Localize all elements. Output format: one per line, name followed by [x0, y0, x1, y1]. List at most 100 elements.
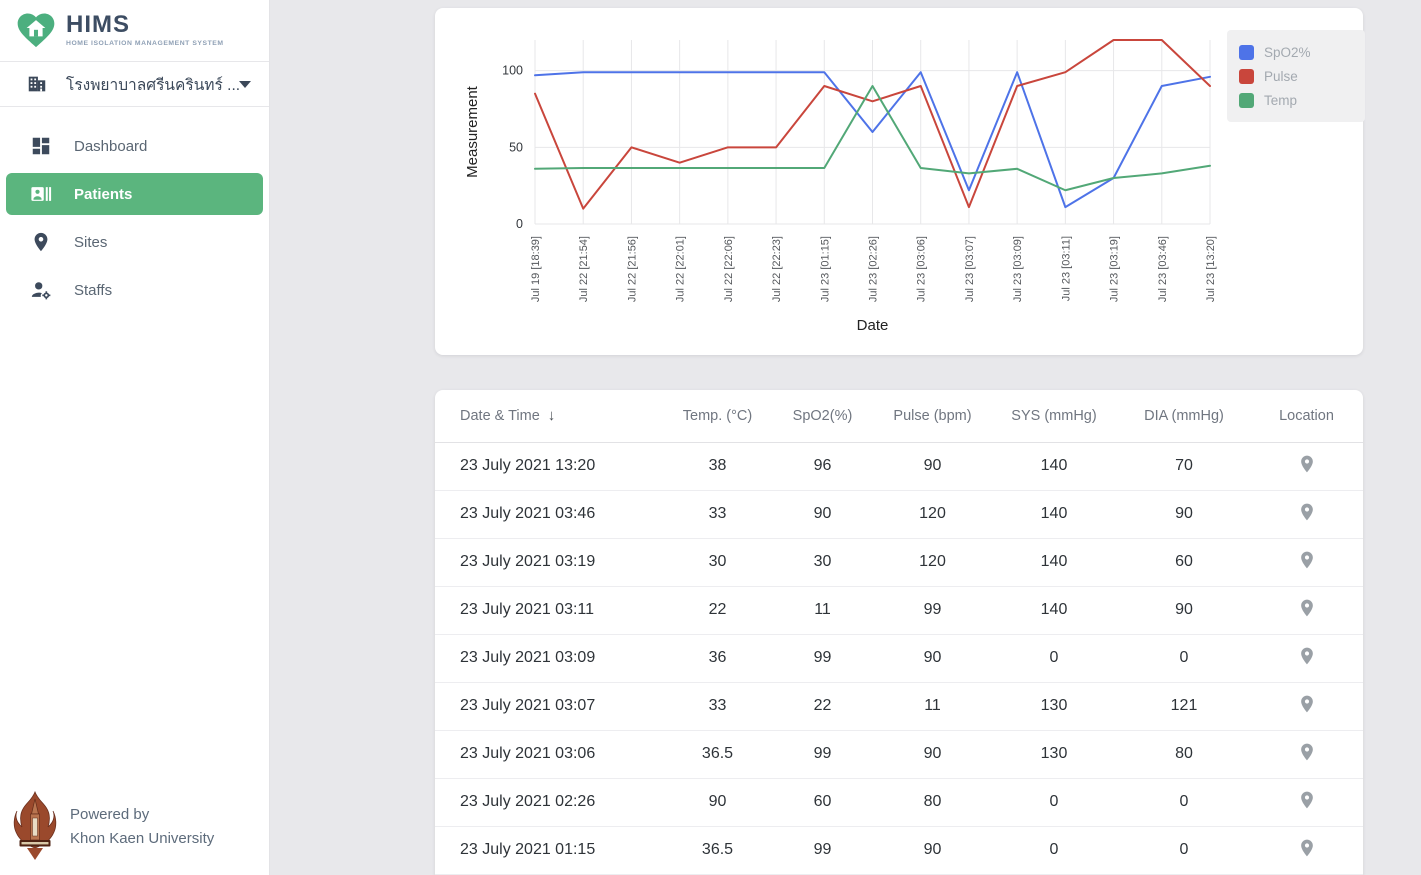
cell-dia: 121: [1118, 682, 1250, 730]
hims-patient-vitals-page: { "app": { "name": "HIMS", "tagline": "H…: [0, 0, 1421, 875]
legend-item-temp[interactable]: Temp: [1239, 88, 1353, 112]
chevron-down-icon: [239, 81, 251, 88]
cell-sys: 140: [990, 586, 1118, 634]
location-pin-icon[interactable]: [1297, 790, 1317, 810]
svg-text:Jul 23 [03:09]: Jul 23 [03:09]: [1012, 236, 1024, 302]
chart-legend: SpO2% Pulse Temp: [1227, 30, 1365, 122]
sidebar-menu: Dashboard Patients Sites: [0, 125, 269, 311]
location-pin-icon[interactable]: [1297, 502, 1317, 522]
cell-location: [1250, 778, 1363, 826]
location-pin-icon[interactable]: [1297, 454, 1317, 474]
sites-pin-icon: [30, 231, 52, 253]
svg-text:Jul 23 [03:11]: Jul 23 [03:11]: [1060, 236, 1072, 301]
powered-by-label: Powered by: [70, 803, 214, 827]
heart-house-logo-icon: [14, 8, 58, 52]
legend-item-spo2[interactable]: SpO2%: [1239, 40, 1353, 64]
cell-datetime: 23 July 2021 01:15: [435, 826, 665, 874]
location-pin-icon[interactable]: [1297, 838, 1317, 858]
table-row: 23 July 2021 03:19 30 30 120 140 60: [435, 538, 1363, 586]
cell-sys: 0: [990, 826, 1118, 874]
cell-sys: 140: [990, 442, 1118, 490]
cell-datetime: 23 July 2021 03:09: [435, 634, 665, 682]
location-pin-icon[interactable]: [1297, 550, 1317, 570]
legend-label: Temp: [1264, 93, 1297, 108]
powered-by-block: Powered by Khon Kaen University: [70, 803, 214, 851]
cell-dia: 0: [1118, 826, 1250, 874]
cell-location: [1250, 730, 1363, 778]
svg-text:Jul 23 [03:06]: Jul 23 [03:06]: [916, 236, 928, 302]
cell-temp: 33: [665, 682, 770, 730]
sidebar-item-label: Patients: [74, 186, 132, 203]
cell-pulse: 90: [875, 730, 990, 778]
table-row: 23 July 2021 03:11 22 11 99 140 90: [435, 586, 1363, 634]
cell-location: [1250, 442, 1363, 490]
cell-spo2: 22: [770, 682, 875, 730]
sort-descending-icon[interactable]: ↓: [548, 407, 556, 424]
cell-spo2: 90: [770, 490, 875, 538]
location-pin-icon[interactable]: [1297, 742, 1317, 762]
university-label: Khon Kaen University: [70, 827, 214, 851]
svg-text:Jul 22 [22:01]: Jul 22 [22:01]: [675, 236, 687, 302]
svg-text:Jul 23 [03:19]: Jul 23 [03:19]: [1109, 236, 1121, 302]
cell-datetime: 23 July 2021 03:07: [435, 682, 665, 730]
location-pin-icon[interactable]: [1297, 646, 1317, 666]
svg-text:Jul 23 [02:26]: Jul 23 [02:26]: [868, 236, 880, 302]
cell-sys: 140: [990, 490, 1118, 538]
svg-text:Jul 23 [01:15]: Jul 23 [01:15]: [819, 236, 831, 302]
cell-datetime: 23 July 2021 02:26: [435, 778, 665, 826]
cell-temp: 22: [665, 586, 770, 634]
location-pin-icon[interactable]: [1297, 694, 1317, 714]
cell-spo2: 99: [770, 730, 875, 778]
app-logo: HIMS HOME ISOLATION MANAGEMENT SYSTEM: [0, 0, 269, 62]
spo2-legend-swatch: [1239, 45, 1254, 60]
cell-datetime: 23 July 2021 03:06: [435, 730, 665, 778]
hospital-selector[interactable]: โรงพยาบาลศรีนครินทร์ ...: [0, 62, 269, 107]
cell-dia: 70: [1118, 442, 1250, 490]
header-location: Location: [1250, 390, 1363, 442]
cell-pulse: 90: [875, 826, 990, 874]
patients-icon: [30, 183, 52, 205]
pulse-legend-swatch: [1239, 69, 1254, 84]
sidebar-footer: Powered by Khon Kaen University: [12, 791, 214, 863]
kku-logo: [12, 791, 58, 863]
cell-spo2: 96: [770, 442, 875, 490]
cell-location: [1250, 634, 1363, 682]
cell-dia: 90: [1118, 490, 1250, 538]
cell-sys: 140: [990, 538, 1118, 586]
legend-item-pulse[interactable]: Pulse: [1239, 64, 1353, 88]
hospital-name: โรงพยาบาลศรีนครินทร์ ...: [66, 72, 239, 97]
cell-dia: 0: [1118, 634, 1250, 682]
cell-spo2: 99: [770, 826, 875, 874]
header-pulse: Pulse (bpm): [875, 390, 990, 442]
table-row: 23 July 2021 01:15 36.5 99 90 0 0: [435, 826, 1363, 874]
app-title: HIMS: [66, 13, 224, 37]
sidebar-item-dashboard[interactable]: Dashboard: [6, 125, 263, 167]
app-tagline: HOME ISOLATION MANAGEMENT SYSTEM: [66, 40, 224, 47]
vitals-chart-card: Jul 19 [18:39]Jul 22 [21:54]Jul 22 [21:5…: [435, 8, 1363, 355]
temp-legend-swatch: [1239, 93, 1254, 108]
header-date-time[interactable]: Date & Time↓: [435, 390, 665, 442]
sidebar-item-label: Staffs: [74, 282, 112, 299]
svg-text:Measurement: Measurement: [464, 85, 481, 178]
main-content: Jul 19 [18:39]Jul 22 [21:54]Jul 22 [21:5…: [270, 0, 1421, 875]
location-pin-icon[interactable]: [1297, 598, 1317, 618]
svg-text:Jul 23 [13:20]: Jul 23 [13:20]: [1205, 236, 1217, 302]
sidebar-item-sites[interactable]: Sites: [6, 221, 263, 263]
header-dia: DIA (mmHg): [1118, 390, 1250, 442]
header-spo2: SpO2(%): [770, 390, 875, 442]
sidebar-item-patients[interactable]: Patients: [6, 173, 263, 215]
sidebar-item-staffs[interactable]: Staffs: [6, 269, 263, 311]
cell-temp: 33: [665, 490, 770, 538]
table-header-row: Date & Time↓ Temp. (°C) SpO2(%) Pulse (b…: [435, 390, 1363, 442]
cell-temp: 36.5: [665, 826, 770, 874]
cell-spo2: 60: [770, 778, 875, 826]
cell-location: [1250, 538, 1363, 586]
cell-pulse: 120: [875, 538, 990, 586]
table-row: 23 July 2021 03:09 36 99 90 0 0: [435, 634, 1363, 682]
cell-dia: 90: [1118, 586, 1250, 634]
svg-text:Jul 23 [03:46]: Jul 23 [03:46]: [1157, 236, 1169, 302]
svg-text:Jul 22 [22:23]: Jul 22 [22:23]: [771, 236, 783, 302]
cell-pulse: 80: [875, 778, 990, 826]
svg-text:Date: Date: [857, 317, 889, 334]
cell-sys: 0: [990, 634, 1118, 682]
